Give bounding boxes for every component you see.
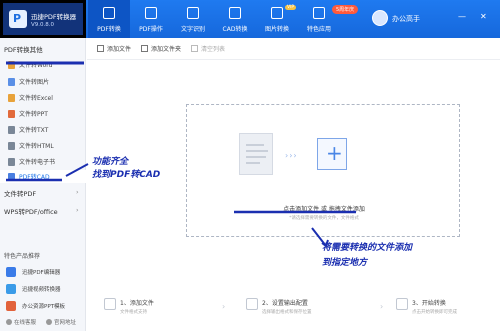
sidebar-item-pdf-to-cad[interactable]: PDF转CAD	[0, 170, 86, 183]
globe-icon	[46, 319, 52, 325]
file-icon	[8, 93, 15, 102]
arrow-icon: ›››	[285, 151, 298, 160]
pdf-convert-icon	[103, 7, 115, 19]
trash-icon	[191, 45, 199, 52]
ocr-icon	[187, 7, 199, 19]
app-name: 迅捷PDF转换器	[31, 13, 77, 21]
chevron-down-icon: ›	[76, 206, 79, 214]
close-icon[interactable]: ✕	[480, 12, 487, 21]
tab-cad-convert[interactable]: CAD转换	[214, 0, 256, 38]
main-tabs: PDF转换 PDF操作 文字识别 CAD转换 图片转换 特色应用	[88, 0, 340, 38]
sidebar-item-excel[interactable]: 文件转Excel	[0, 91, 86, 104]
app-logo-icon: P	[9, 10, 27, 28]
file-icon	[8, 77, 15, 86]
convert-icon	[396, 298, 408, 310]
file-icon	[8, 157, 15, 166]
file-icon	[8, 172, 15, 181]
sidebar: PDF转换其他 文件转Word 文件转图片 文件转Excel 文件转PPT 文件…	[0, 38, 86, 331]
sidebar-section-title: PDF转换其他	[4, 46, 43, 54]
recommend-ppt-templates[interactable]: 办公资源PPT模板	[6, 300, 65, 312]
add-file-icon	[104, 298, 116, 310]
sidebar-section-file-to-pdf[interactable]: 文件转PDF ›	[4, 188, 79, 198]
file-icon	[8, 141, 15, 150]
add-file-icon	[97, 45, 104, 52]
image-convert-icon	[271, 7, 283, 19]
top-bar: P 迅捷PDF转换器 V9.0.8.0 PDF转换 PDF操作 文字识别 CAD…	[0, 0, 500, 38]
sidebar-item-txt[interactable]: 文件转TXT	[0, 123, 86, 136]
anniversary-badge[interactable]: 5周年庆	[332, 5, 359, 14]
file-icon	[8, 60, 15, 69]
ppt-template-icon	[6, 301, 16, 311]
feature-apps-icon	[313, 7, 325, 19]
annotation-left: 功能齐全 找到PDF转CAD	[92, 157, 161, 180]
toolbar: 添加文件 添加文件夹 清空列表	[87, 38, 500, 60]
avatar[interactable]	[372, 10, 388, 26]
document-icon	[239, 133, 273, 175]
add-file-button[interactable]: 添加文件	[97, 44, 131, 53]
sidebar-item-ppt[interactable]: 文件转PPT	[0, 107, 86, 120]
file-icon	[8, 125, 15, 134]
tab-pdf-convert[interactable]: PDF转换	[88, 0, 130, 38]
sidebar-section-wps-to-pdf[interactable]: WPS转PDF/office ›	[4, 206, 79, 216]
online-service-link[interactable]: 在线客服	[6, 318, 36, 326]
pdf-editor-icon	[6, 267, 16, 277]
cad-icon	[229, 7, 241, 19]
vip-badge: VIP	[285, 5, 297, 10]
add-icon[interactable]: +	[317, 138, 347, 170]
recommend-pdf-editor[interactable]: 迅捷PDF编辑器	[6, 266, 60, 278]
official-site-link[interactable]: 官网地址	[46, 318, 76, 326]
annotation-right: 将需要转换的文件添加 到指定地方	[322, 243, 413, 268]
dropzone-instruction[interactable]: 点击添加文件 或 拖拽文件添加	[187, 204, 461, 213]
chevron-right-icon: ›	[380, 302, 384, 311]
step-start-convert: 3、开始转换 点击开始转换即可完成	[396, 298, 457, 318]
pdf-operate-icon	[145, 7, 157, 19]
clear-list-button[interactable]: 清空列表	[191, 44, 225, 53]
tab-pdf-operate[interactable]: PDF操作	[130, 0, 172, 38]
user-name[interactable]: 办公高手	[392, 14, 420, 24]
headset-icon	[6, 319, 12, 325]
recommend-title: 特色产品推荐	[4, 253, 41, 260]
chevron-down-icon: ›	[76, 188, 79, 196]
file-drop-zone[interactable]: ››› + 点击添加文件 或 拖拽文件添加 *请选择需要转换的文件，文件格式	[186, 104, 460, 237]
app-version: V9.0.8.0	[31, 22, 55, 28]
video-converter-icon	[6, 284, 16, 294]
tab-ocr[interactable]: 文字识别	[172, 0, 214, 38]
sidebar-item-image[interactable]: 文件转图片	[0, 75, 86, 88]
minimize-icon[interactable]: —	[458, 12, 466, 21]
step-settings: 2、设置输出配置 选择输出格式和保存位置	[246, 298, 312, 318]
add-folder-button[interactable]: 添加文件夹	[141, 44, 181, 53]
sidebar-item-word[interactable]: 文件转Word	[0, 58, 86, 71]
step-add-file: 1、添加文件 文件格式支持	[104, 298, 154, 318]
add-folder-icon	[141, 45, 149, 52]
sidebar-item-ebook[interactable]: 文件转电子书	[0, 155, 86, 168]
chevron-right-icon: ›	[222, 302, 226, 311]
file-icon	[8, 109, 15, 118]
sidebar-item-html[interactable]: 文件转HTML	[0, 139, 86, 152]
settings-icon	[246, 298, 258, 310]
app-logo-area: P 迅捷PDF转换器 V9.0.8.0	[0, 0, 86, 38]
dropzone-hint: *请选择需要转换的文件，文件格式	[289, 216, 359, 221]
recommend-video-converter[interactable]: 迅捷视频转换器	[6, 283, 61, 295]
